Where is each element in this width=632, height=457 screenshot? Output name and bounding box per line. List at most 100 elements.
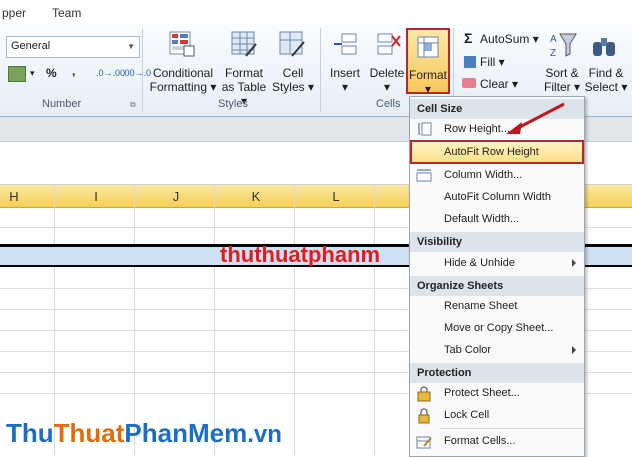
number-group-label: Number xyxy=(42,98,82,110)
menu-item-default-width[interactable]: Default Width... xyxy=(410,209,584,231)
clear-button[interactable]: Clear ▾ xyxy=(480,77,518,91)
cell-styles-button[interactable]: Cell Styles ▾ xyxy=(270,66,316,94)
currency-icon[interactable] xyxy=(8,66,26,82)
gridline xyxy=(54,185,55,455)
increase-decimal-button[interactable]: .0→.00 xyxy=(96,68,125,78)
comma-button[interactable]: , xyxy=(72,64,75,78)
column-header-j[interactable]: J xyxy=(166,189,186,204)
cells-group-label: Cells xyxy=(376,98,401,110)
button-label-line1: Format xyxy=(224,66,263,80)
menu-item-label: Default Width... xyxy=(444,213,520,225)
svg-text:Z: Z xyxy=(550,48,556,59)
protect-icon xyxy=(416,386,432,402)
menu-item-label: Column Width... xyxy=(444,169,523,181)
gridline xyxy=(374,185,375,455)
button-label-line1: Conditional xyxy=(152,66,214,80)
button-label-line2: Formatting ▾ xyxy=(149,80,217,94)
column-header-k[interactable]: K xyxy=(246,189,266,204)
menu-item-label: Rename Sheet xyxy=(444,300,518,312)
fill-icon xyxy=(464,56,476,68)
format-button-label: Format ▾ xyxy=(408,68,448,96)
watermark-part: PhanMem xyxy=(124,418,248,448)
section-header: Cell Size xyxy=(417,103,463,115)
watermark-part: .vn xyxy=(247,421,282,448)
button-label-line2: ▾ xyxy=(383,80,391,94)
tab-developer[interactable]: pper xyxy=(2,6,26,20)
column-width-icon xyxy=(416,168,432,182)
eraser-icon xyxy=(462,78,476,88)
menu-item-label: Lock Cell xyxy=(444,409,490,421)
menu-item-autofit-column-width[interactable]: AutoFit Column Width xyxy=(410,187,584,209)
sort-filter-icon: AZ xyxy=(548,30,578,62)
row-height-icon xyxy=(416,122,432,136)
watermark-part: Thuat xyxy=(53,418,125,448)
section-header: Visibility xyxy=(417,236,463,248)
number-format-dropdown[interactable]: General ▼ xyxy=(6,36,140,58)
format-cells-icon xyxy=(415,34,441,60)
percent-button[interactable]: % xyxy=(46,66,57,80)
button-label-line1: Sort & xyxy=(545,66,579,80)
button-label-line2: ▾ xyxy=(424,82,432,96)
button-label-line2: ▾ xyxy=(341,80,349,94)
delete-button[interactable]: Delete ▾ xyxy=(368,66,406,94)
menu-item-label: Move or Copy Sheet... xyxy=(444,322,554,334)
fill-button[interactable]: Fill ▾ xyxy=(480,55,505,69)
menu-item-label: Hide & Unhide xyxy=(444,257,515,269)
watermark-part: Thu xyxy=(6,418,54,448)
find-select-button[interactable]: Find & Select ▾ xyxy=(584,66,628,94)
insert-button[interactable]: Insert ▾ xyxy=(326,66,364,94)
menu-item-move-copy-sheet[interactable]: Move or Copy Sheet... xyxy=(410,318,584,340)
button-label-line1: Delete xyxy=(369,66,405,80)
format-button[interactable]: Format ▾ xyxy=(406,28,450,96)
chevron-down-icon[interactable]: ▾ xyxy=(30,68,35,79)
button-label-line1: Find & xyxy=(588,66,624,80)
group-separator xyxy=(142,28,143,112)
conditional-formatting-button[interactable]: Conditional Formatting ▾ xyxy=(148,66,218,94)
menu-item-column-width[interactable]: Column Width... xyxy=(410,165,584,187)
format-cells-icon xyxy=(416,434,432,450)
menu-item-protect-sheet[interactable]: Protect Sheet... xyxy=(410,383,584,405)
decrease-decimal-button[interactable]: .00→.0 xyxy=(122,68,151,78)
chevron-down-icon: ▼ xyxy=(127,42,135,51)
watermark-logo: ThuThuatPhanMem.vn xyxy=(6,418,282,449)
dialog-launcher-icon[interactable]: ⧉ xyxy=(130,100,136,110)
button-label-line1: Format xyxy=(408,68,447,82)
column-header-l[interactable]: L xyxy=(326,189,346,204)
annotation-arrow-icon xyxy=(506,102,565,134)
menu-section-visibility: Visibility xyxy=(410,232,584,252)
lock-icon xyxy=(416,408,432,424)
insert-cells-icon xyxy=(332,32,360,58)
menu-item-label: Protect Sheet... xyxy=(444,387,520,399)
menu-item-rename-sheet[interactable]: Rename Sheet xyxy=(410,296,584,318)
group-separator xyxy=(320,28,321,112)
menu-item-format-cells[interactable]: Format Cells... xyxy=(410,431,584,453)
ribbon-tab-bar: pper Team xyxy=(0,0,632,24)
menu-item-lock-cell[interactable]: Lock Cell xyxy=(410,405,584,427)
autosum-button[interactable]: AutoSum ▾ xyxy=(480,32,539,46)
cell-text: thuthuatphanm xyxy=(220,242,381,267)
menu-item-hide-unhide[interactable]: Hide & Unhide xyxy=(410,253,584,275)
menu-item-tab-color[interactable]: Tab Color xyxy=(410,340,584,362)
button-label-line2: Filter ▾ xyxy=(543,80,581,94)
menu-separator xyxy=(440,428,584,429)
button-label-line2: Styles ▾ xyxy=(271,80,315,94)
menu-section-organize-sheets: Organize Sheets xyxy=(410,276,584,296)
conditional-formatting-icon xyxy=(168,30,196,58)
tab-team[interactable]: Team xyxy=(52,6,81,20)
section-header: Organize Sheets xyxy=(417,280,504,292)
menu-section-protection: Protection xyxy=(410,363,584,383)
menu-item-label: AutoFit Row Height xyxy=(444,146,539,158)
gridline xyxy=(294,185,295,455)
menu-item-label: Format Cells... xyxy=(444,435,516,447)
delete-cells-icon xyxy=(374,32,402,58)
column-header-h[interactable]: H xyxy=(4,189,24,204)
sort-filter-button[interactable]: Sort & Filter ▾ xyxy=(540,66,584,94)
submenu-arrow-icon xyxy=(572,346,576,354)
format-dropdown-menu: Cell Size Row Height... AutoFit Row Heig… xyxy=(409,96,585,457)
autosum-icon: Σ xyxy=(464,30,473,46)
section-header: Protection xyxy=(417,367,472,379)
menu-item-autofit-row-height[interactable]: AutoFit Row Height xyxy=(410,140,584,164)
button-label-line1: Insert xyxy=(329,66,360,80)
column-header-i[interactable]: I xyxy=(86,189,106,204)
gridline xyxy=(214,185,215,455)
